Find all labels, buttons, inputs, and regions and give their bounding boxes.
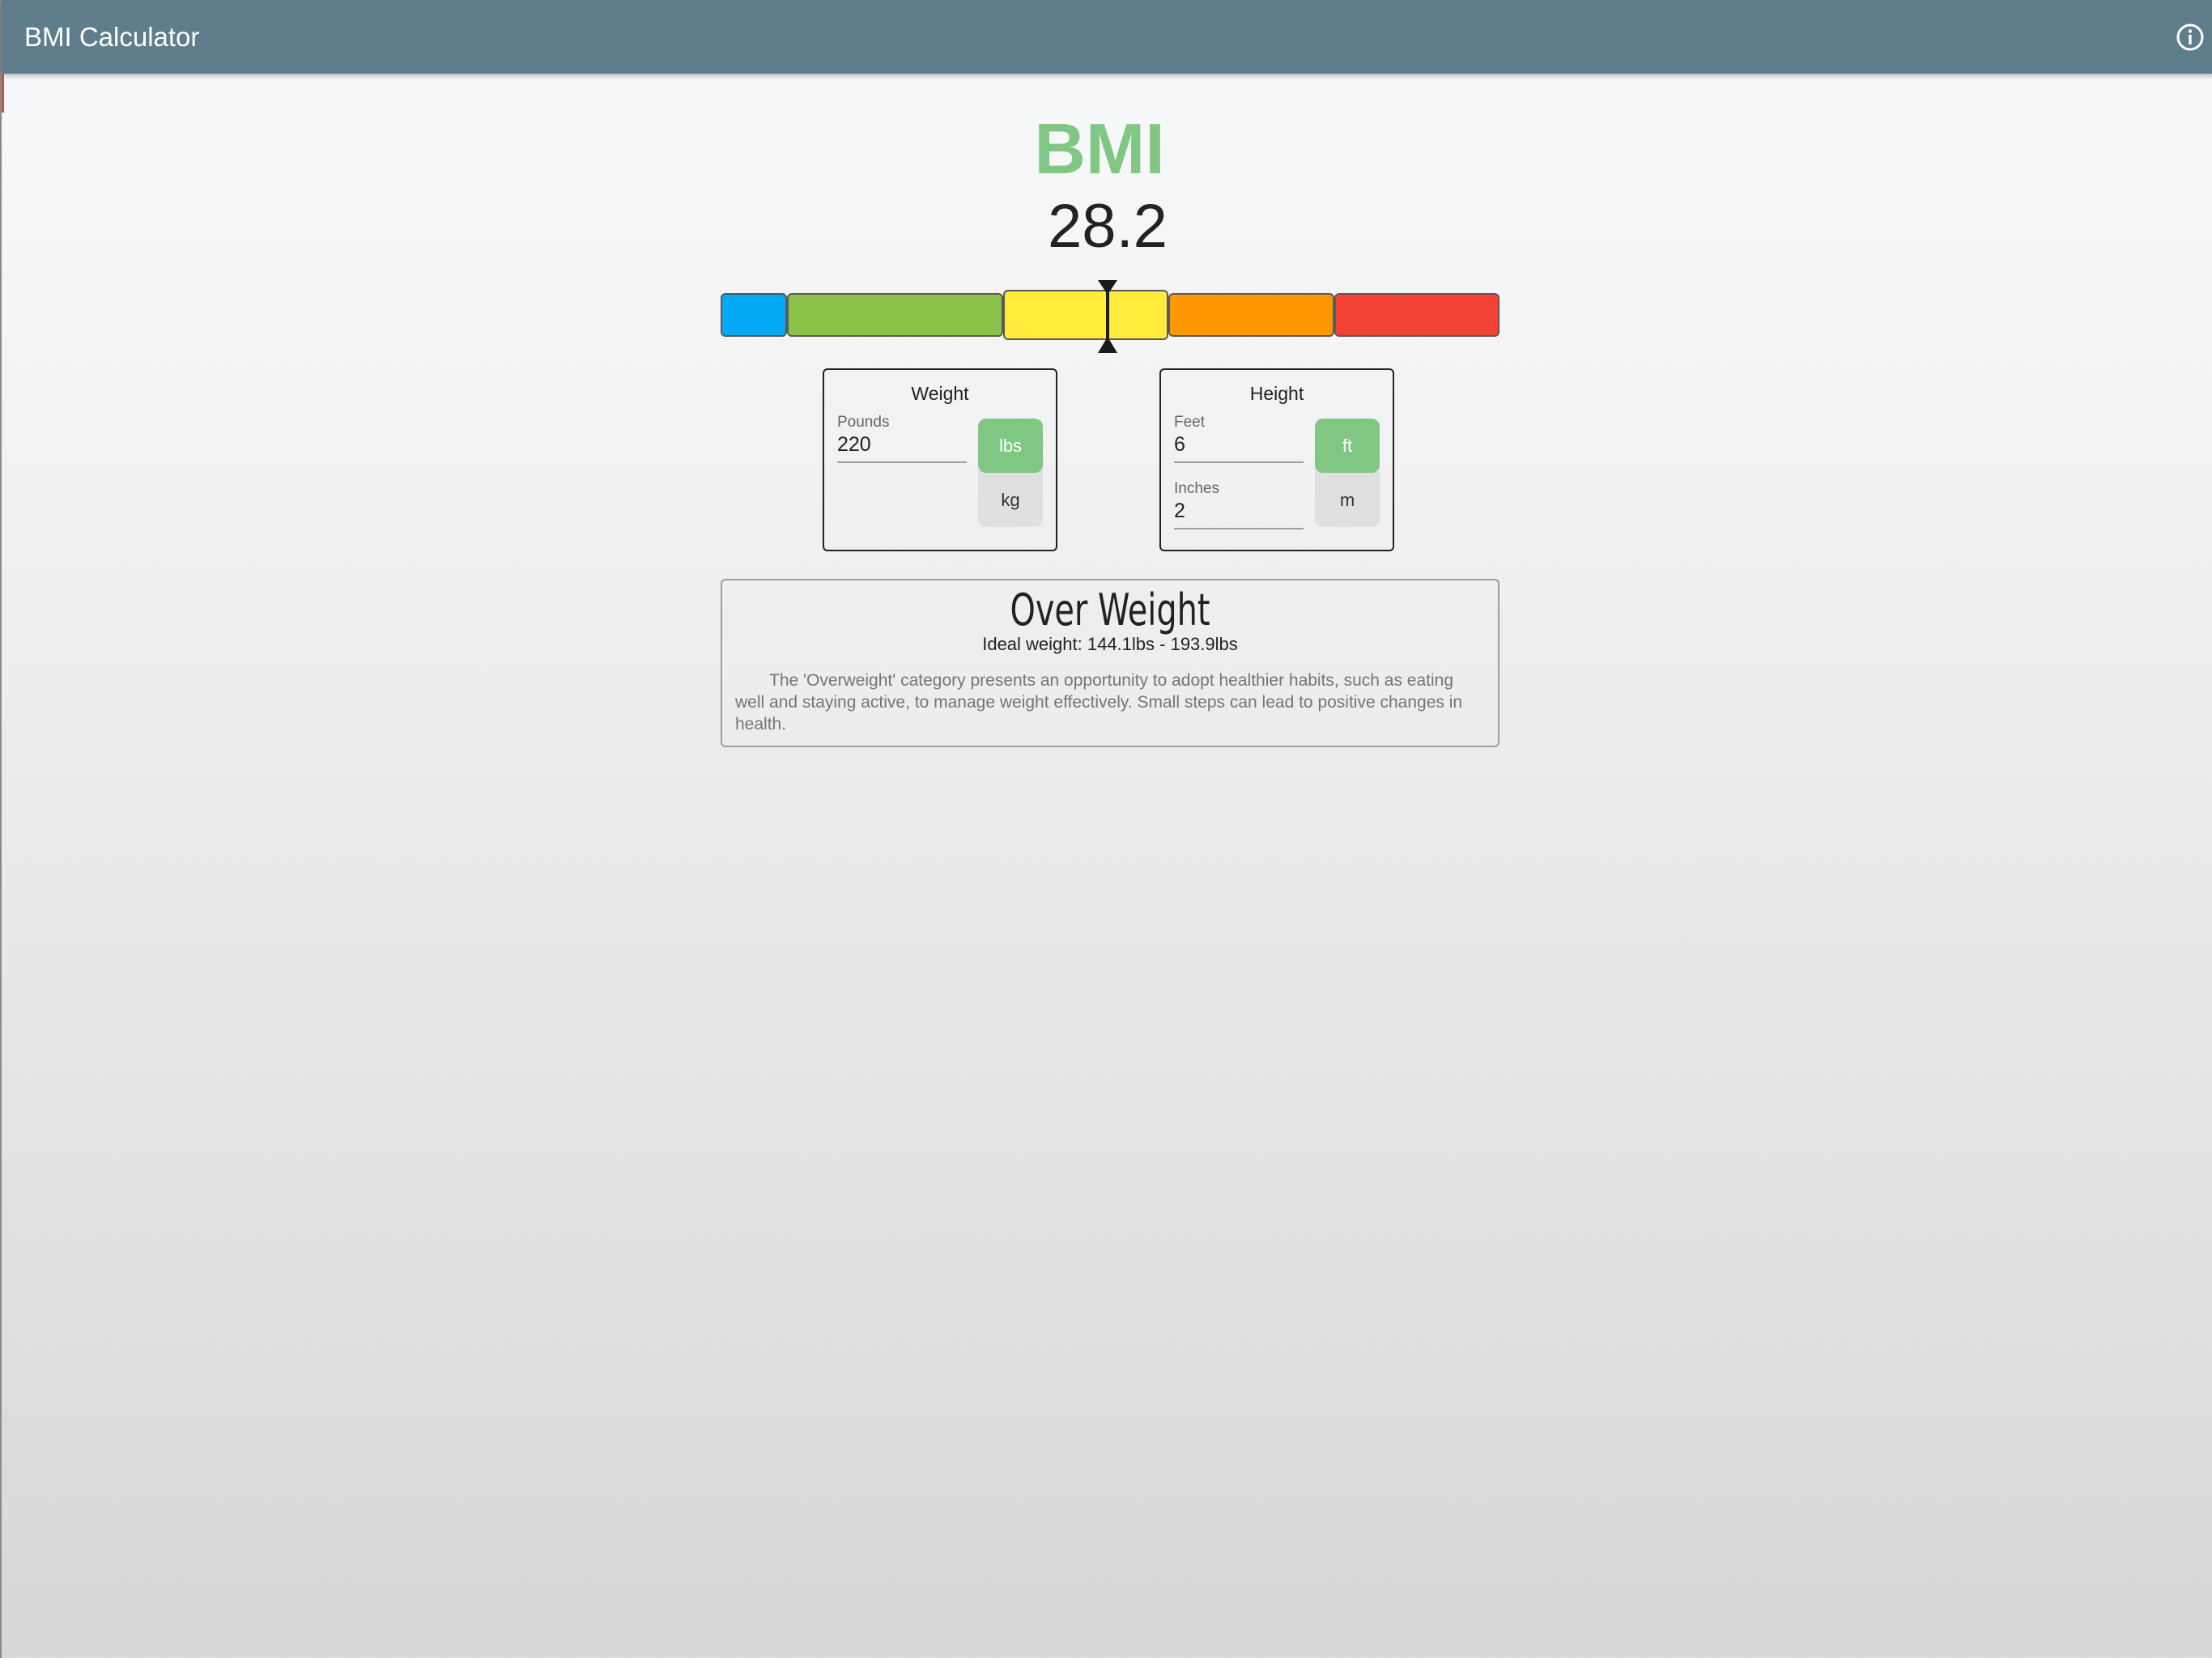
scale-segment-underweight (721, 293, 787, 337)
scale-segment-obese (1168, 293, 1334, 337)
height-card-title: Height (1249, 383, 1304, 404)
pounds-input[interactable] (837, 433, 967, 463)
feet-input[interactable] (1174, 433, 1304, 463)
scale-segment-extremely-obese (1334, 293, 1499, 337)
lbs-button[interactable]: lbs (978, 419, 1043, 473)
weight-unit-toggle: lbs kg (978, 419, 1043, 527)
bmi-heading: BMI (1034, 108, 1165, 189)
scale-segment-overweight (1003, 290, 1168, 340)
weight-card-title: Weight (911, 383, 969, 404)
edge-decoration (2, 74, 4, 113)
ideal-weight: Ideal weight: 144.1lbs - 193.9lbs (982, 634, 1238, 654)
info-icon[interactable] (2175, 22, 2206, 53)
height-unit-toggle: ft m (1315, 419, 1380, 527)
bmi-category: Over Weight (1010, 585, 1210, 636)
weight-card: Weight Pounds lbs kg (823, 368, 1057, 551)
inches-label: Inches (1174, 480, 1219, 497)
bmi-scale (721, 280, 1499, 353)
app-bar: BMI Calculator (2, 0, 2212, 74)
pounds-label: Pounds (837, 414, 890, 431)
result-panel: Over Weight Ideal weight: 144.1lbs - 193… (721, 579, 1499, 747)
inches-input[interactable] (1174, 500, 1304, 529)
kg-button[interactable]: kg (978, 473, 1043, 527)
ft-button[interactable]: ft (1315, 419, 1380, 473)
m-button[interactable]: m (1315, 473, 1380, 527)
scale-segment-normal (787, 293, 1003, 337)
feet-label: Feet (1174, 414, 1206, 431)
app-title: BMI Calculator (24, 22, 200, 52)
category-description: The 'Overweight' category presents an op… (735, 671, 1463, 733)
height-card: Height Feet Inches ft m (1159, 368, 1394, 551)
bmi-value: 28.2 (1048, 192, 1168, 261)
bmi-marker-icon (1097, 280, 1118, 353)
